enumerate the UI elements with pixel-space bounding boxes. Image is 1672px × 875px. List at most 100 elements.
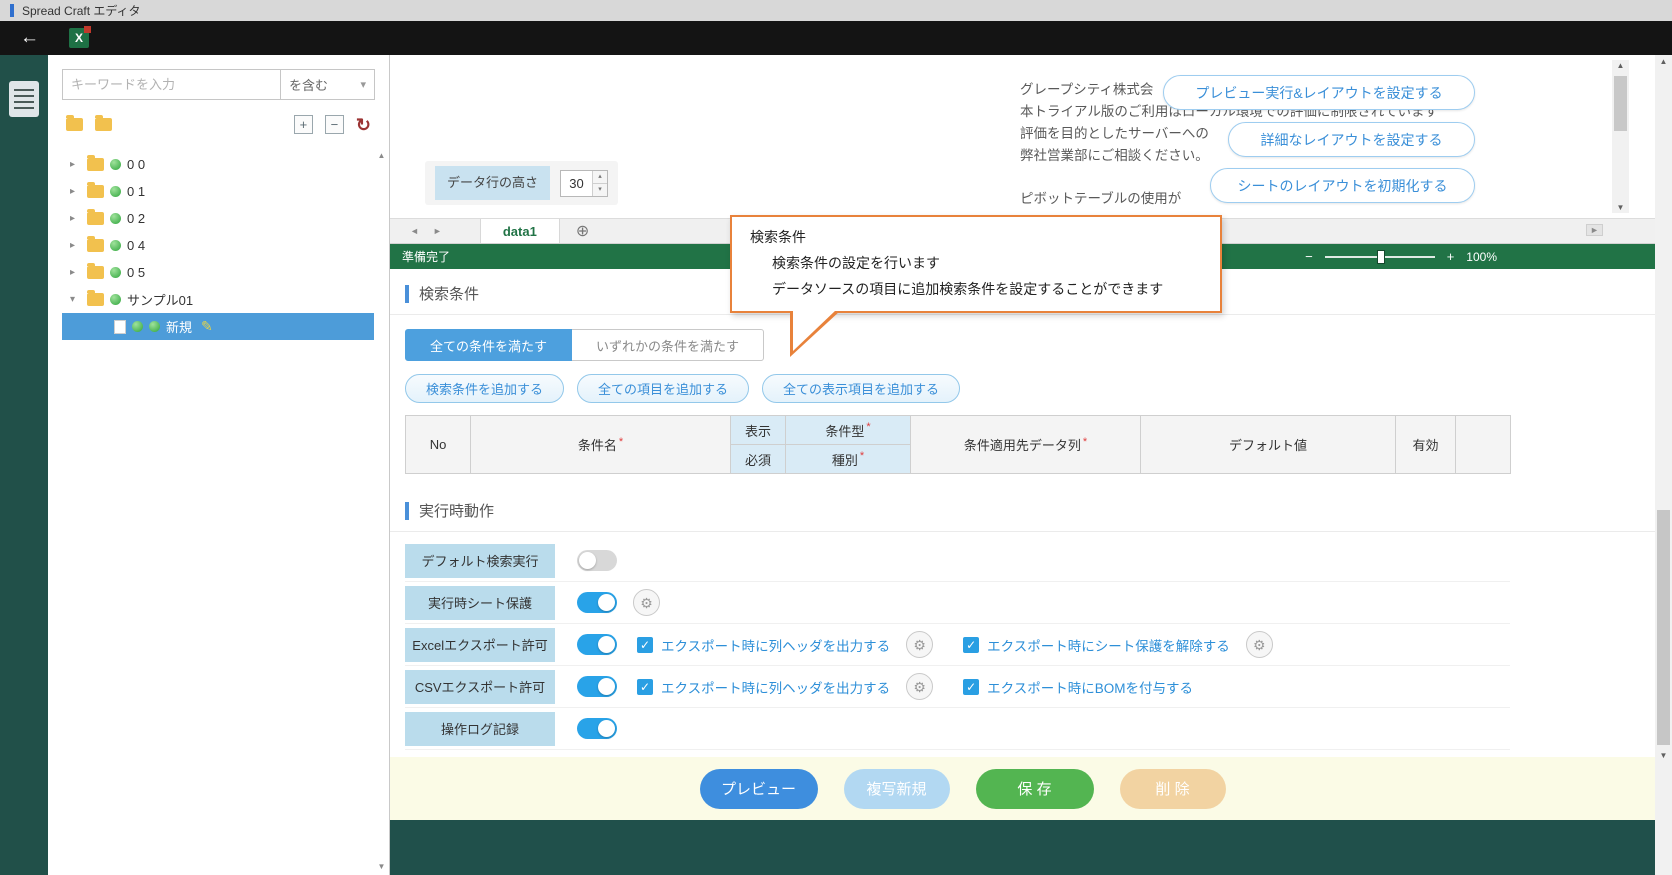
match-all-button[interactable]: 全ての条件を満たす [405,329,572,361]
tree-item-05[interactable]: ▸ 0 5 [48,259,374,286]
hamburger-menu-icon[interactable] [9,81,39,117]
settings-panel: 検索条件 全ての条件を満たす いずれかの条件を満たす 検索条件を追加する 全ての… [390,269,1655,757]
delete-button[interactable]: 削 除 [1120,769,1226,809]
row-height-spinner[interactable]: 30 ▴ ▾ [560,170,608,197]
tree-item-shinki-selected[interactable]: 新規 ✎ [62,313,374,340]
chevron-down-icon: ▾ [360,78,366,91]
main-area: グレープシティ株式会 本トライアル版のご利用はローカル環境での評価に制限されてい… [390,55,1655,875]
checkbox-excel-column-header[interactable]: ✓ [637,637,653,653]
copy-new-button[interactable]: 複写新規 [844,769,950,809]
runtime-row-csv-export: CSVエクスポート許可 ✓ エクスポート時に列ヘッダを出力する ⚙ ✓ エクスポ… [405,666,1510,708]
scroll-down-icon[interactable]: ▼ [374,862,389,871]
preview-button[interactable]: プレビュー [700,769,818,809]
add-search-condition-button[interactable]: 検索条件を追加する [405,374,564,403]
spinner-down-icon[interactable]: ▾ [593,184,607,196]
zoom-in-button[interactable]: + [1447,249,1455,264]
checkbox-csv-column-header[interactable]: ✓ [637,679,653,695]
tree-scrollbar[interactable]: ▲ ▼ [374,151,389,875]
scrollbar-thumb[interactable] [1657,510,1670,745]
tree-item-sample01[interactable]: ▾ サンプル01 [48,286,374,313]
keyword-search-input[interactable] [62,69,280,100]
check-icon: ✓ [640,680,650,694]
checkbox-label[interactable]: エクスポート時にシート保護を解除する [987,635,1230,655]
tree-item-label: 0 2 [127,211,145,226]
zoom-slider-thumb[interactable] [1377,250,1385,264]
gear-icon[interactable]: ⚙ [906,631,933,658]
tree-item-04[interactable]: ▸ 0 4 [48,232,374,259]
toggle-default-search-off[interactable] [577,550,617,571]
scroll-down-icon[interactable]: ▼ [1612,203,1629,212]
match-type-select[interactable]: を含む ▾ [280,69,375,100]
add-sheet-icon[interactable]: ⊕ [576,221,589,241]
sheet-scrollbar[interactable]: ▲ ▼ [1612,60,1629,213]
tree-item-01[interactable]: ▸ 0 1 [48,178,374,205]
caret-right-icon[interactable]: ▸ [70,186,81,197]
caret-down-icon[interactable]: ▾ [70,294,81,305]
scroll-down-icon[interactable]: ▼ [1655,751,1672,760]
refresh-icon[interactable]: ↻ [356,116,371,134]
toggle-excel-export-on[interactable] [577,634,617,655]
tree-item-02[interactable]: ▸ 0 2 [48,205,374,232]
scroll-up-icon[interactable]: ▲ [1655,57,1672,66]
action-bar: プレビュー 複写新規 保 存 削 除 [390,757,1655,820]
col-extra [1456,416,1511,474]
tab-prev-icon[interactable]: ◄ [410,226,419,236]
import-folder-icon[interactable] [66,118,83,131]
gear-icon[interactable]: ⚙ [906,673,933,700]
tree-item-00[interactable]: ▸ 0 0 [48,151,374,178]
status-arrow-ball-icon [149,321,160,332]
toggle-sheet-protect-on[interactable] [577,592,617,613]
row-height-value[interactable]: 30 [561,171,592,196]
spinner-up-icon[interactable]: ▴ [593,171,607,184]
detailed-layout-settings-button[interactable]: 詳細なレイアウトを設定する [1228,122,1475,157]
match-any-button[interactable]: いずれかの条件を満たす [572,329,764,361]
checkbox-label[interactable]: エクスポート時にBOMを付与する [987,677,1193,697]
tree-item-label: 0 0 [127,157,145,172]
toggle-operation-log-on[interactable] [577,718,617,739]
caret-right-icon[interactable]: ▸ [70,213,81,224]
col-target-column: 条件適用先データ列* [911,416,1141,474]
back-button[interactable]: ← [20,27,39,49]
spread-craft-editor-window: Spread Craft エディタ ← X を含む ▾ + − ↻ ▸ [0,0,1672,875]
expand-all-button[interactable]: + [294,115,313,134]
pencil-icon[interactable]: ✎ [201,318,213,335]
scroll-up-icon[interactable]: ▲ [1612,61,1629,70]
section-title: 実行時動作 [419,500,494,521]
tooltip-pointer-fill [793,310,836,351]
main-scrollbar[interactable]: ▲ ▼ [1655,55,1672,875]
gear-icon[interactable]: ⚙ [633,589,660,616]
zoom-slider[interactable] [1325,256,1435,258]
runtime-row-operation-log: 操作ログ記録 [405,708,1510,750]
caret-right-icon[interactable]: ▸ [70,159,81,170]
add-all-display-fields-button[interactable]: 全ての表示項目を追加する [762,374,960,403]
status-ball-icon [110,213,121,224]
caret-right-icon[interactable]: ▸ [70,267,81,278]
add-all-fields-button[interactable]: 全ての項目を追加する [577,374,749,403]
new-folder-icon[interactable] [95,118,112,131]
tab-data1[interactable]: data1 [480,219,560,243]
scroll-right-icon[interactable]: ► [1586,224,1603,236]
col-kind: 種別* [786,445,911,474]
status-ready-text: 準備完了 [402,248,450,265]
folder-icon [87,185,104,198]
caret-right-icon[interactable]: ▸ [70,240,81,251]
tab-next-icon[interactable]: ► [433,226,442,236]
tree-item-label: サンプル01 [127,290,193,309]
reset-sheet-layout-button[interactable]: シートのレイアウトを初期化する [1210,168,1475,203]
toggle-csv-export-on[interactable] [577,676,617,697]
checkbox-label[interactable]: エクスポート時に列ヘッダを出力する [661,635,890,655]
scrollbar-thumb[interactable] [1614,76,1627,131]
collapse-all-button[interactable]: − [325,115,344,134]
gear-icon[interactable]: ⚙ [1246,631,1273,658]
save-button[interactable]: 保 存 [976,769,1094,809]
col-enabled: 有効 [1396,416,1456,474]
runtime-row-label: 実行時シート保護 [405,586,555,620]
zoom-out-button[interactable]: − [1305,249,1313,264]
scroll-up-icon[interactable]: ▲ [374,151,389,160]
excel-export-icon[interactable]: X [69,28,89,48]
checkbox-excel-unprotect[interactable]: ✓ [963,637,979,653]
checkbox-label[interactable]: エクスポート時に列ヘッダを出力する [661,677,890,697]
preview-layout-settings-button[interactable]: プレビュー実行&レイアウトを設定する [1163,75,1475,110]
checkbox-csv-bom[interactable]: ✓ [963,679,979,695]
left-nav-strip [0,55,48,875]
